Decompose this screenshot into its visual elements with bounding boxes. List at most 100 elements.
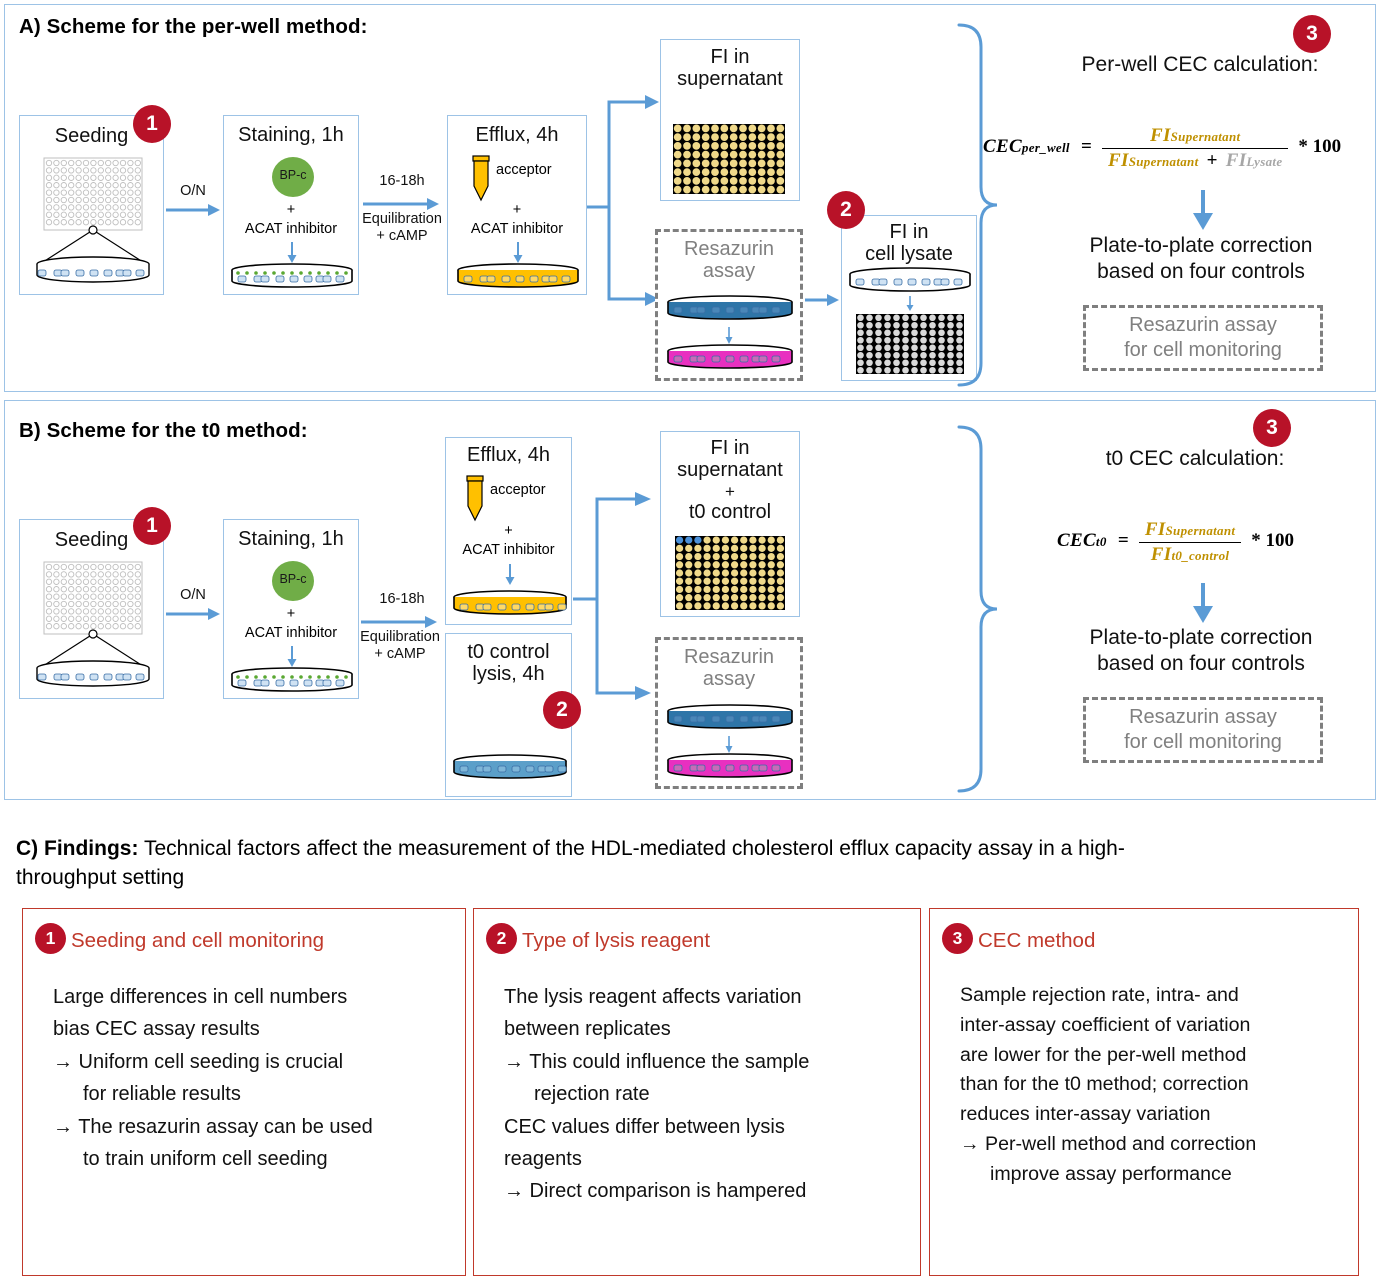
down-arrow-staining-b <box>286 646 298 668</box>
resazurin-label-l2-a: assay <box>702 260 756 283</box>
finding-line: → Direct comparison is hampered <box>504 1180 807 1203</box>
resazurin-dish-pink-icon-b <box>664 753 796 781</box>
panel-a-title: A) Scheme for the per-well method: <box>19 15 368 38</box>
step-box-efflux-a: Efflux, 4h acceptor + ACAT inhibitor <box>447 115 587 295</box>
findings-headline-l1: Technical factors affect the measurement… <box>143 837 1125 860</box>
finding-badge-1: 1 <box>35 923 66 954</box>
down-arrow-lysate-a <box>905 296 915 312</box>
finding-badge-2: 2 <box>486 923 517 954</box>
formula-fraction-b: FISupernatant FIt0_control <box>1138 519 1242 566</box>
panel-a-per-well-scheme: A) Scheme for the per-well method: Seedi… <box>4 4 1376 392</box>
brace-a <box>949 21 999 389</box>
finding-line: between replicates <box>504 1018 671 1041</box>
brace-b <box>949 423 999 795</box>
arrow-label-l2-b: Equilibration <box>360 629 440 645</box>
arrow-label-equilibration2-a: Equilibration + cAMP <box>353 211 451 246</box>
resazurin-assay-box-a: Resazurin assay <box>655 229 803 381</box>
finding-line: bias CEC assay results <box>53 1018 260 1041</box>
finding-body-3: Sample rejection rate, intra- and inter-… <box>960 981 1344 1189</box>
finding-badge-3: 3 <box>942 923 973 954</box>
down-arrow-correction-b <box>1191 583 1215 625</box>
bpc-label-a: BP-c <box>279 168 307 182</box>
arrow-seeding-to-staining-b <box>166 607 222 621</box>
step-label-efflux-b: Efflux, 4h <box>466 444 551 466</box>
efflux-dish-icon-a <box>454 262 582 292</box>
96-well-plate-icon-b <box>28 560 158 690</box>
calc-title-a: Per-well CEC calculation: <box>1081 53 1319 76</box>
stained-dish-icon-a <box>228 262 356 292</box>
down-arrow-correction-a <box>1191 190 1215 232</box>
fi-supernatant-label-l2-a: supernatant <box>677 68 783 91</box>
finding-line: The lysis reagent affects variation <box>504 986 802 1008</box>
formula-multiplier-b: * 100 <box>1251 530 1295 552</box>
formula-equals-a: = <box>1080 136 1093 158</box>
findings-headline-l2: throughput setting <box>16 866 185 890</box>
arrow-label-on-b: O/N <box>180 587 206 603</box>
formula-lhs-b: CECt0 <box>1057 530 1107 552</box>
step-label-efflux-a: Efflux, 4h <box>475 124 559 146</box>
plus-sign-staining-b: + <box>286 606 296 622</box>
formula-per-well-a: CECper_well = FISupernatant FISupernatan… <box>983 125 1363 172</box>
fi-supernatant-label-l1-a: FI in <box>710 46 750 68</box>
calc-title-b: t0 CEC calculation: <box>1105 447 1285 470</box>
formula-numerator-b: FISupernatant <box>1144 519 1236 540</box>
findings-headline: C) Findings: Technical factors affect th… <box>16 834 1356 893</box>
gray-microplate-icon-a <box>856 314 964 374</box>
finding-line: for reliable results <box>83 1083 241 1106</box>
correction-line2-a: based on four controls <box>1097 260 1305 284</box>
formula-numerator-a: FISupernatant <box>1149 125 1241 146</box>
bpc-label-b: BP-c <box>279 572 307 586</box>
resazurin-label-l1-a: Resazurin <box>683 238 775 260</box>
step-box-staining-a: Staining, 1h BP-c + ACAT inhibitor <box>223 115 359 295</box>
findings-prefix: C) Findings: <box>16 837 139 860</box>
step-box-efflux-b: Efflux, 4h acceptor + ACAT inhibitor <box>445 437 572 625</box>
finding-box-1: 1 Seeding and cell monitoring Large diff… <box>22 908 466 1276</box>
resazurin-monitor-l1-a: Resazurin assay <box>1129 314 1277 336</box>
finding-box-3: 3 CEC method Sample rejection rate, intr… <box>929 908 1359 1276</box>
bpc-circle-icon-a: BP-c <box>271 156 315 198</box>
plus-sign-efflux-b: + <box>504 523 513 539</box>
arrow-label-l3-a: + cAMP <box>376 228 428 245</box>
finding-line: than for the t0 method; correction <box>960 1073 1249 1096</box>
finding-line: reagents <box>504 1147 582 1170</box>
correction-text-b: Plate-to-plate correction based on four … <box>1025 625 1377 678</box>
finding-line: are lower for the per-well method <box>960 1043 1247 1066</box>
arrow-label-l2-a: Equilibration <box>362 211 442 227</box>
step-box-staining-b: Staining, 1h BP-c + ACAT inhibitor <box>223 519 359 699</box>
formula-denominator-b: FIt0_control <box>1138 542 1242 566</box>
fi-sup-label-l4-b: t0 control <box>688 500 772 523</box>
arrow-seeding-to-staining-a <box>166 203 222 217</box>
finding-body-2: The lysis reagent affects variation betw… <box>504 981 906 1208</box>
formula-fraction-a: FISupernatant FISupernatant + FILysate <box>1102 125 1289 172</box>
badge-3-panel-b: 3 <box>1253 409 1291 447</box>
step-label-staining-a: Staining, 1h <box>238 124 344 146</box>
acceptor-label-a: acceptor <box>496 162 552 178</box>
correction-line1-a: Plate-to-plate correction <box>1089 234 1313 257</box>
finding-line: inter-assay coefficient of variation <box>960 1013 1251 1036</box>
arrow-label-l1-b: 16-18h <box>379 591 425 607</box>
acceptor-tube-icon-a <box>468 154 494 204</box>
correction-line2-b: based on four controls <box>1097 652 1305 676</box>
formula-t0-b: CECt0 = FISupernatant FIt0_control * 100 <box>1057 519 1380 566</box>
finding-line: → The resazurin assay can be used <box>53 1115 373 1138</box>
badge-1-panel-a: 1 <box>133 105 171 143</box>
resazurin-monitor-note-a: Resazurin assay for cell monitoring <box>1083 305 1323 371</box>
down-arrow-efflux-a <box>512 242 524 264</box>
badge-1-panel-b: 1 <box>133 507 171 545</box>
arrow-staining-to-efflux-a <box>363 197 441 211</box>
plus-sign-staining-a: + <box>286 202 296 218</box>
formula-multiplier-a: * 100 <box>1298 136 1342 158</box>
resazurin-monitor-note-b: Resazurin assay for cell monitoring <box>1083 697 1323 763</box>
panel-b-t0-scheme: B) Scheme for the t0 method: Seeding 1 O… <box>4 400 1376 800</box>
t0-lysis-label-l1-b: t0 control <box>467 641 550 663</box>
down-arrow-efflux-b <box>504 564 516 586</box>
yellow-microplate-with-blue-icon-b <box>675 536 785 610</box>
finding-line: Large differences in cell numbers <box>53 986 348 1008</box>
arrow-staining-to-efflux-b <box>361 615 439 629</box>
finding-line: CEC values differ between lysis <box>504 1115 785 1138</box>
arrow-resazurin-to-lysate-a <box>805 293 841 307</box>
split-connector-b <box>573 481 663 711</box>
yellow-microplate-icon-a <box>673 124 785 194</box>
arrow-label-l1-a: 16-18h <box>379 173 425 189</box>
formula-lhs-a: CECper_well <box>983 136 1070 158</box>
